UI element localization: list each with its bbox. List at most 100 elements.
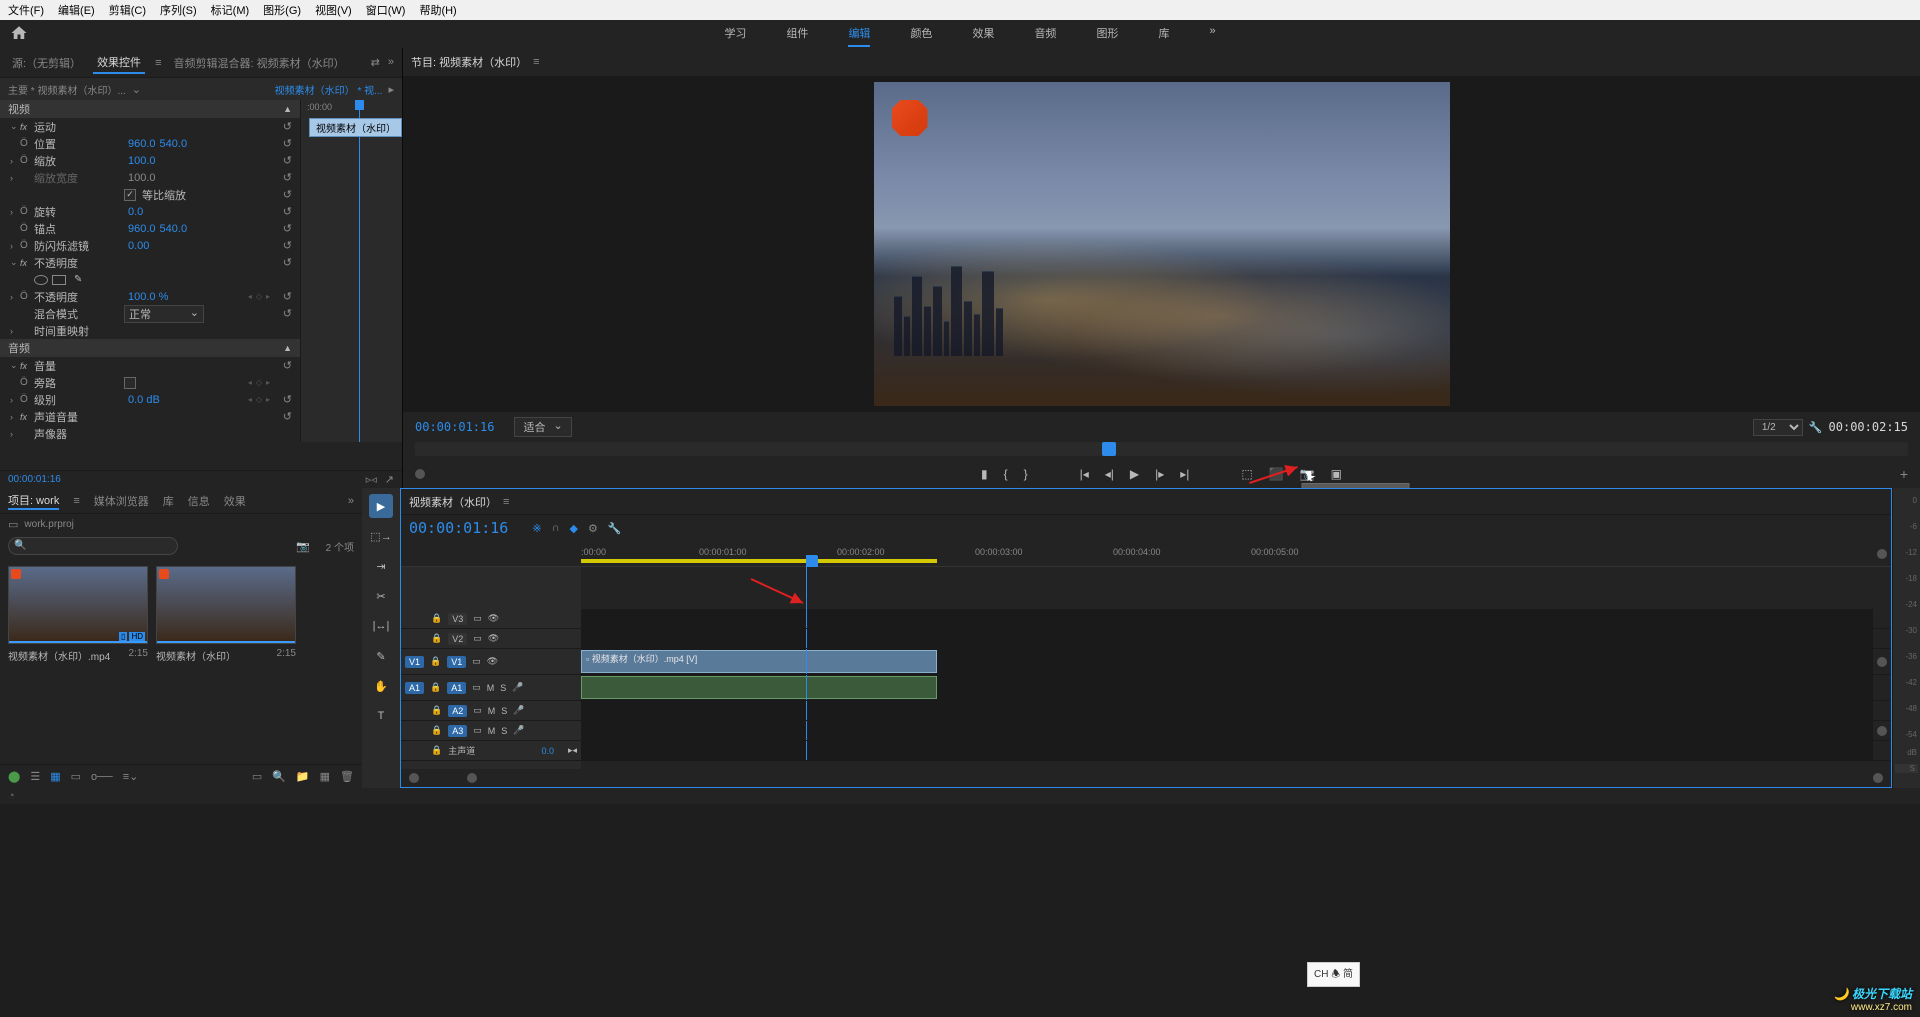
- bypass-checkbox[interactable]: [124, 377, 136, 389]
- write-lock-icon[interactable]: ⬤: [8, 770, 20, 783]
- track-name-v2[interactable]: V2: [448, 633, 467, 645]
- out-point-icon[interactable]: }: [1024, 467, 1028, 481]
- scroll-thumb[interactable]: [1873, 773, 1883, 783]
- toggle-output-icon[interactable]: ▭: [473, 705, 482, 716]
- zoom-icon[interactable]: ▹◃: [366, 473, 377, 486]
- ime-indicator[interactable]: CH 🕭 简: [1307, 962, 1360, 987]
- play-icon[interactable]: ▸: [388, 83, 394, 96]
- linked-selection-icon[interactable]: ∩: [552, 522, 560, 535]
- panel-nav-icon[interactable]: ⇄: [371, 56, 380, 69]
- lock-icon[interactable]: 🔒: [430, 656, 441, 667]
- expand-icon[interactable]: ›: [10, 241, 20, 251]
- position-x[interactable]: 960.0: [128, 138, 156, 150]
- toggle-output-icon[interactable]: ▭: [472, 656, 481, 667]
- toggle-output-icon[interactable]: ▭: [472, 682, 481, 693]
- fit-dropdown[interactable]: 适合⌄: [514, 417, 571, 437]
- ripple-edit-tool-icon[interactable]: ⇥: [369, 554, 393, 578]
- add-key-icon[interactable]: ◇: [256, 292, 262, 301]
- menu-file[interactable]: 文件(F): [8, 2, 44, 18]
- list-view-icon[interactable]: ☰: [30, 770, 40, 783]
- lock-icon[interactable]: 🔒: [431, 613, 442, 624]
- next-key-icon[interactable]: ▸: [266, 378, 270, 387]
- settings-icon[interactable]: ⚙: [588, 522, 598, 535]
- work-area-bar[interactable]: [581, 559, 937, 563]
- blend-mode-dropdown[interactable]: 正常⌄: [124, 305, 204, 323]
- expand-icon[interactable]: ⌄: [10, 121, 20, 132]
- tab-graphics[interactable]: 图形: [1096, 21, 1118, 47]
- volume-label[interactable]: 音量: [34, 358, 124, 374]
- expand-icon[interactable]: ›: [10, 292, 20, 302]
- source-patch-v1[interactable]: V1: [405, 656, 424, 668]
- opacity-section-label[interactable]: 不透明度: [34, 255, 124, 271]
- time-remap-label[interactable]: 时间重映射: [34, 323, 124, 339]
- ec-playhead[interactable]: [359, 100, 360, 442]
- tab-effect-controls[interactable]: 效果控件: [93, 52, 145, 74]
- reset-icon[interactable]: ↺: [283, 171, 292, 184]
- stopwatch-icon[interactable]: Ö: [20, 394, 34, 405]
- eye-icon[interactable]: 👁: [488, 613, 499, 624]
- panel-menu-icon[interactable]: ≡: [503, 496, 509, 508]
- prev-key-icon[interactable]: ◂: [248, 395, 252, 404]
- search-input[interactable]: [8, 537, 178, 555]
- master-value[interactable]: 0.0: [541, 746, 554, 756]
- zoom-slider[interactable]: o──: [91, 771, 113, 783]
- next-key-icon[interactable]: ▸: [266, 395, 270, 404]
- menu-graphics[interactable]: 图形(G): [263, 2, 301, 18]
- opacity-value[interactable]: 100.0 %: [128, 291, 168, 303]
- menu-clip[interactable]: 剪辑(C): [109, 2, 146, 18]
- scroll-thumb[interactable]: [415, 469, 425, 479]
- tab-editing[interactable]: 编辑: [848, 21, 870, 47]
- marker-icon[interactable]: ◆: [569, 522, 577, 535]
- scroll-thumb[interactable]: [1877, 726, 1887, 736]
- new-item-icon[interactable]: ▦: [320, 770, 330, 783]
- comparison-icon[interactable]: ▣: [1331, 467, 1342, 481]
- slip-tool-icon[interactable]: |↔|: [369, 614, 393, 638]
- panel-overflow-icon[interactable]: »: [348, 495, 354, 507]
- stopwatch-icon[interactable]: Ö: [20, 138, 34, 149]
- tab-library[interactable]: 库: [1158, 21, 1169, 47]
- program-ruler[interactable]: [415, 442, 1908, 456]
- track-name-a2[interactable]: A2: [448, 705, 467, 717]
- zoom-dropdown[interactable]: 1/2: [1753, 419, 1803, 436]
- scroll-thumb[interactable]: [1877, 657, 1887, 667]
- stopwatch-icon[interactable]: Ö: [20, 377, 34, 388]
- timeline-timecode[interactable]: 00:00:01:16: [409, 519, 508, 537]
- scroll-thumb[interactable]: [1877, 549, 1887, 559]
- mute-icon[interactable]: M: [488, 726, 496, 736]
- reset-icon[interactable]: ↺: [283, 290, 292, 303]
- channel-vol-label[interactable]: 声道音量: [34, 409, 124, 425]
- lock-icon[interactable]: 🔒: [431, 725, 442, 736]
- reset-icon[interactable]: ↺: [283, 222, 292, 235]
- menu-edit[interactable]: 编辑(E): [58, 2, 95, 18]
- voice-icon[interactable]: 🎤: [512, 682, 523, 693]
- tab-assembly[interactable]: 组件: [786, 21, 808, 47]
- add-key-icon[interactable]: ◇: [256, 378, 262, 387]
- stopwatch-icon[interactable]: Ö: [20, 206, 34, 217]
- reset-icon[interactable]: ↺: [283, 410, 292, 423]
- project-item[interactable]: ▯HD 视频素材（水印）.mp42:15: [8, 566, 148, 663]
- panel-menu-icon[interactable]: ≡: [155, 57, 161, 69]
- reset-icon[interactable]: ↺: [283, 256, 292, 269]
- collapse-icon[interactable]: ▲: [283, 104, 292, 114]
- ellipse-mask-icon[interactable]: [34, 275, 48, 285]
- ec-mini-timeline[interactable]: :00:00 视频素材（水印）: [300, 100, 402, 442]
- solo-button[interactable]: S: [1900, 764, 1918, 773]
- rotation-value[interactable]: 0.0: [128, 206, 143, 218]
- pen-mask-icon[interactable]: ✎: [74, 274, 82, 285]
- expand-icon[interactable]: ⌄: [10, 257, 20, 268]
- expand-icon[interactable]: ⌄: [10, 360, 20, 371]
- solo-icon[interactable]: S: [500, 683, 506, 693]
- menu-view[interactable]: 视图(V): [315, 2, 352, 18]
- expand-icon[interactable]: ›: [10, 326, 20, 336]
- tab-libraries[interactable]: 库: [163, 493, 174, 509]
- anchor-y[interactable]: 540.0: [160, 223, 188, 235]
- voice-icon[interactable]: 🎤: [513, 705, 524, 716]
- track-select-tool-icon[interactable]: ⬚→: [369, 524, 393, 548]
- reset-icon[interactable]: ↺: [283, 359, 292, 372]
- go-to-out-icon[interactable]: ▸|: [1180, 467, 1189, 481]
- solo-icon[interactable]: S: [501, 706, 507, 716]
- lift-icon[interactable]: ⬚: [1241, 467, 1252, 481]
- ec-footer-timecode[interactable]: 00:00:01:16: [8, 474, 61, 485]
- collapse-icon[interactable]: ▲: [283, 343, 292, 353]
- chevron-icon[interactable]: ▸◂: [568, 745, 577, 756]
